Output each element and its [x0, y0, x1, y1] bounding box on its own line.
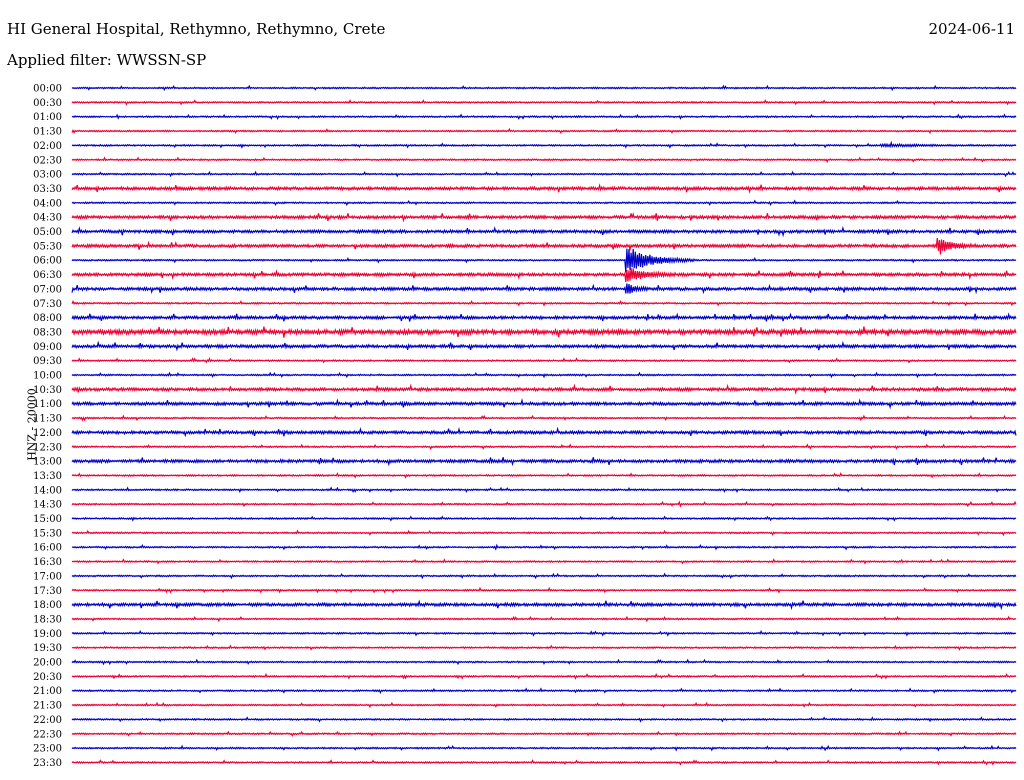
- time-tick-label: 11:30: [33, 414, 62, 425]
- time-tick-label: 08:30: [33, 327, 62, 338]
- time-tick-label: 06:00: [33, 256, 62, 267]
- trace-line: [71, 340, 1017, 352]
- trace-line: [71, 238, 1017, 255]
- time-tick-label: 21:00: [33, 686, 62, 697]
- time-tick-label: 23:00: [33, 744, 62, 755]
- trace-line: [71, 543, 1017, 551]
- time-tick-label: 05:30: [33, 241, 62, 252]
- time-tick-label: 17:30: [33, 586, 62, 597]
- time-tick-label: 12:00: [33, 428, 62, 439]
- trace-line: [71, 658, 1017, 666]
- time-tick-label: 11:00: [33, 399, 62, 410]
- time-tick-label: 09:00: [33, 342, 62, 353]
- time-tick-label: 10:30: [33, 385, 62, 396]
- time-tick-label: 17:00: [33, 571, 62, 582]
- time-tick-label: 02:30: [33, 155, 62, 166]
- trace-line: [71, 84, 1017, 92]
- time-tick-label: 14:00: [33, 485, 62, 496]
- time-tick-label: 23:30: [33, 758, 62, 769]
- trace-line: [71, 457, 1017, 467]
- trace-line: [71, 529, 1017, 537]
- time-tick-label: 20:30: [33, 672, 62, 683]
- trace-line: [71, 299, 1017, 307]
- time-tick-label: 10:00: [33, 371, 62, 382]
- time-tick-label: 03:30: [33, 184, 62, 195]
- trace-line: [71, 629, 1017, 637]
- trace-line: [71, 644, 1017, 651]
- time-tick-label: 01:00: [33, 112, 62, 123]
- trace-line: [71, 515, 1017, 522]
- trace-line: [71, 687, 1017, 695]
- trace-line: [71, 586, 1017, 594]
- trace-line: [71, 486, 1017, 494]
- time-tick-label: 21:30: [33, 701, 62, 712]
- helicorder-plot: 00:00 00:30 01:00 01:30 02:00 02:30 03:00 03:30…: [33, 84, 1017, 769]
- trace-line: [71, 312, 1017, 322]
- time-tick-label: 00:00: [33, 84, 62, 95]
- time-tick-label: 13:00: [33, 457, 62, 468]
- trace-line: [71, 127, 1017, 135]
- trace-line: [71, 283, 1017, 295]
- time-tick-label: 16:30: [33, 557, 62, 568]
- trace-line: [71, 383, 1017, 395]
- trace-line: [71, 701, 1017, 709]
- trace-line: [71, 156, 1017, 164]
- trace-line: [71, 744, 1017, 752]
- time-tick-label: 19:00: [33, 629, 62, 640]
- trace-line: [71, 426, 1017, 438]
- trace-line: [71, 140, 1017, 149]
- trace-line: [71, 414, 1017, 422]
- time-tick-label: 15:30: [33, 528, 62, 539]
- trace-line: [71, 558, 1017, 565]
- trace-line: [71, 99, 1017, 106]
- time-tick-label: 13:30: [33, 471, 62, 482]
- time-tick-label: 18:30: [33, 614, 62, 625]
- trace-line: [71, 472, 1017, 479]
- time-tick-label: 08:00: [33, 313, 62, 324]
- time-tick-label: 04:00: [33, 198, 62, 209]
- time-tick-label: 16:00: [33, 543, 62, 554]
- time-tick-label: 00:30: [33, 98, 62, 109]
- time-tick-label: 20:00: [33, 658, 62, 669]
- time-tick-label: 12:30: [33, 442, 62, 453]
- trace-line: [71, 225, 1017, 238]
- trace-line: [71, 268, 1017, 283]
- trace-line: [71, 326, 1017, 338]
- trace-line: [71, 599, 1017, 611]
- time-tick-label: 06:30: [33, 270, 62, 281]
- time-tick-label: 07:30: [33, 299, 62, 310]
- trace-line: [71, 759, 1017, 766]
- time-tick-label: 03:00: [33, 170, 62, 181]
- trace-line: [71, 730, 1017, 737]
- time-tick-label: 01:30: [33, 127, 62, 138]
- trace-line: [71, 199, 1017, 207]
- trace-line: [71, 371, 1017, 379]
- trace-line: [71, 398, 1017, 410]
- time-tick-label: 18:00: [33, 600, 62, 611]
- trace-line: [71, 500, 1017, 508]
- time-tick-label: 22:00: [33, 715, 62, 726]
- trace-line: [71, 443, 1017, 451]
- time-tick-label: 15:00: [33, 514, 62, 525]
- time-tick-label: 19:30: [33, 643, 62, 654]
- trace-line: [71, 615, 1017, 623]
- time-tick-label: 04:30: [33, 213, 62, 224]
- trace-line: [71, 113, 1017, 121]
- trace-line: [71, 716, 1017, 723]
- time-tick-label: 02:00: [33, 141, 62, 152]
- trace-line: [71, 572, 1017, 580]
- time-tick-label: 09:30: [33, 356, 62, 367]
- time-tick-label: 07:00: [33, 284, 62, 295]
- trace-line: [71, 183, 1017, 194]
- time-tick-label: 05:00: [33, 227, 62, 238]
- trace-line: [71, 212, 1017, 223]
- trace-line: [71, 672, 1017, 680]
- trace-line: [71, 170, 1017, 178]
- time-tick-label: 22:30: [33, 729, 62, 740]
- trace-line: [71, 357, 1017, 364]
- trace-line: [71, 248, 1017, 273]
- time-tick-label: 14:30: [33, 500, 62, 511]
